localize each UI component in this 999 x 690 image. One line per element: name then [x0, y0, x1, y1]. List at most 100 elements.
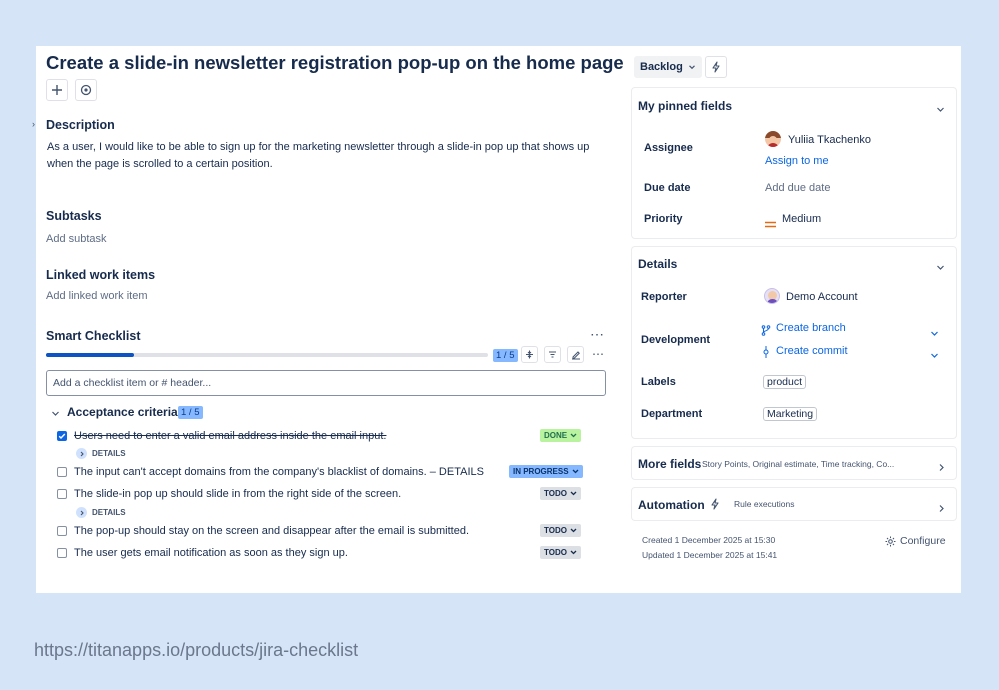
subtasks-heading: Subtasks: [46, 209, 102, 223]
details-toggle[interactable]: DETAILS: [76, 448, 126, 459]
edit-button[interactable]: [567, 346, 584, 363]
collapse-all-button[interactable]: [521, 346, 538, 363]
section-chevron-down-icon[interactable]: [51, 405, 60, 423]
checklist-options-icon[interactable]: ⋯: [592, 347, 604, 361]
create-commit-link[interactable]: Create commit: [776, 345, 848, 357]
chevron-right-icon: [76, 507, 87, 518]
configure-label: Configure: [900, 535, 946, 547]
gear-icon: [885, 536, 896, 546]
development-label: Development: [641, 334, 711, 346]
status-label: IN PROGRESS: [513, 467, 569, 476]
chevron-down-icon: [570, 491, 577, 496]
checklist-add-input[interactable]: Add a checklist item or # header...: [46, 370, 606, 396]
section-count: 1 / 5: [178, 406, 203, 419]
more-fields-heading[interactable]: More fields: [638, 457, 701, 471]
chevron-right-icon[interactable]: [938, 459, 945, 477]
chevron-down-icon[interactable]: [936, 101, 945, 119]
status-label: TODO: [544, 489, 567, 498]
commit-icon: [762, 345, 770, 363]
chevron-down-icon: [572, 469, 579, 474]
linked-items-heading: Linked work items: [46, 268, 156, 282]
edit-icon: [571, 350, 580, 359]
automation-trigger-button[interactable]: [705, 56, 727, 78]
assignee-avatar: [765, 131, 781, 147]
checklist-progress-count: 1 / 5: [493, 349, 518, 362]
assignee-name[interactable]: Yuliia Tkachenko: [788, 134, 871, 146]
priority-medium-icon: [765, 215, 776, 233]
checklist-checkbox[interactable]: [57, 489, 67, 499]
checklist-checkbox[interactable]: [57, 467, 67, 477]
assign-to-me-link[interactable]: Assign to me: [765, 155, 829, 167]
filter-button[interactable]: [544, 346, 561, 363]
checklist-progress-bar: [46, 353, 488, 357]
department-tag[interactable]: Marketing: [763, 407, 818, 421]
source-url: https://titanapps.io/products/jira-check…: [34, 640, 359, 660]
status-dropdown-todo[interactable]: TODO: [540, 524, 581, 537]
check-icon: [58, 433, 66, 440]
add-linked-item-link[interactable]: Add linked work item: [46, 290, 148, 302]
checklist-checkbox[interactable]: [57, 548, 67, 558]
configure-button[interactable]: Configure: [885, 535, 946, 547]
status-label: DONE: [544, 431, 568, 440]
status-dropdown-in-progress[interactable]: IN PROGRESS: [509, 465, 583, 478]
plus-icon: [52, 85, 62, 95]
reporter-name[interactable]: Demo Account: [786, 291, 858, 303]
lightning-icon: [712, 61, 720, 73]
description-text[interactable]: As a user, I would like to be able to si…: [47, 139, 592, 173]
status-label: TODO: [544, 526, 567, 535]
checklist-more-icon[interactable]: ⋯: [590, 326, 605, 343]
reporter-avatar: [764, 288, 780, 304]
chevron-down-icon[interactable]: [930, 325, 939, 343]
chevron-down-icon: [570, 528, 577, 533]
due-date-value[interactable]: Add due date: [765, 182, 830, 194]
due-date-label: Due date: [644, 182, 691, 194]
checklist-heading: Smart Checklist: [46, 329, 141, 343]
chevron-down-icon[interactable]: [930, 347, 939, 365]
chevron-right-icon: [76, 448, 87, 459]
more-fields-summary: Story Points, Original estimate, Time tr…: [702, 459, 895, 469]
pinned-fields-heading[interactable]: My pinned fields: [638, 99, 732, 113]
reporter-label: Reporter: [641, 291, 687, 303]
lightning-icon: [710, 497, 720, 515]
priority-value[interactable]: Medium: [782, 213, 821, 225]
create-branch-link[interactable]: Create branch: [776, 322, 846, 334]
status-label: TODO: [544, 548, 567, 557]
chevron-right-icon[interactable]: [938, 500, 945, 518]
section-title[interactable]: Acceptance criteria: [67, 405, 178, 419]
status-button[interactable]: Backlog: [634, 56, 702, 78]
status-dropdown-done[interactable]: DONE: [540, 429, 582, 442]
checklist-item-text[interactable]: The pop-up should stay on the screen and…: [74, 525, 469, 537]
details-toggle[interactable]: DETAILS: [76, 507, 126, 518]
checklist-item-text[interactable]: The slide-in pop up should slide in from…: [74, 488, 401, 500]
checklist-item-text[interactable]: The input can't accept domains from the …: [74, 466, 484, 478]
issue-title: Create a slide-in newsletter registratio…: [46, 52, 624, 73]
details-label: DETAILS: [92, 508, 126, 517]
priority-label: Priority: [644, 213, 683, 225]
updated-timestamp: Updated 1 December 2025 at 15:41: [642, 550, 778, 560]
chevron-down-icon[interactable]: [936, 259, 945, 277]
status-dropdown-todo[interactable]: TODO: [540, 546, 581, 559]
checklist-checkbox[interactable]: [57, 526, 67, 536]
add-button[interactable]: [46, 79, 68, 101]
checklist-checkbox[interactable]: [57, 431, 67, 441]
apps-button[interactable]: [75, 79, 97, 101]
label-tag[interactable]: product: [763, 375, 807, 389]
chevron-down-icon: [570, 550, 577, 555]
chevron-down-icon: [688, 65, 695, 70]
checklist-progress-fill: [46, 353, 135, 357]
checklist-item-text[interactable]: The user gets email notification as soon…: [74, 547, 348, 559]
add-subtask-link[interactable]: Add subtask: [46, 233, 107, 245]
checklist-item-text[interactable]: Users need to enter a valid email addres…: [74, 430, 386, 442]
automation-heading[interactable]: Automation: [638, 498, 705, 512]
created-timestamp: Created 1 December 2025 at 15:30: [642, 535, 776, 545]
branch-icon: [761, 323, 771, 341]
status-dropdown-todo[interactable]: TODO: [540, 487, 581, 500]
filter-icon: [549, 351, 556, 358]
target-icon: [80, 84, 92, 96]
automation-summary: Rule executions: [734, 499, 795, 509]
status-button-label: Backlog: [640, 61, 683, 73]
details-heading[interactable]: Details: [638, 257, 677, 271]
collapse-chevron-icon[interactable]: ›: [32, 119, 35, 129]
department-label: Department: [641, 408, 703, 420]
details-label: DETAILS: [92, 449, 126, 458]
